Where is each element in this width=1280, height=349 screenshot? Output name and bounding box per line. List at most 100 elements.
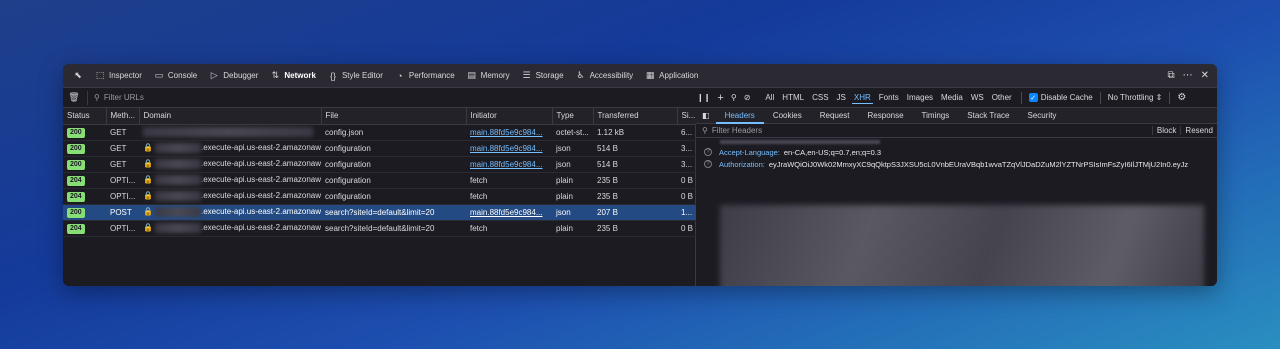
close-icon[interactable]: ✕ [1201, 70, 1209, 81]
column-header[interactable]: Domain [139, 108, 322, 125]
inspector-icon: ⬚ [95, 70, 105, 80]
redacted-domain-blur [154, 223, 201, 233]
help-icon[interactable]: ? [704, 148, 712, 156]
table-row[interactable]: 200 GET 🔒 .execute-api.us-east-2.amazonaw..… [63, 156, 696, 173]
domain-cell: 🔒 .execute-api.us-east-2.amazonaw... [139, 204, 321, 221]
toggle-sidebar-icon[interactable]: ◧ [696, 108, 716, 124]
method-cell: OPTI... [106, 220, 139, 237]
status-badge: 200 [67, 127, 85, 138]
dock-icon[interactable]: ⧉ [1167, 70, 1174, 81]
block-button[interactable]: Block [1151, 126, 1181, 135]
initiator-link[interactable]: main.88fd5e9c984... [470, 160, 543, 169]
size-cell: 3... [677, 140, 696, 157]
tab-performance[interactable]: ◔ Performance [389, 64, 461, 88]
column-header[interactable]: Si... [677, 108, 697, 125]
initiator-link[interactable]: main.88fd5e9c984... [470, 128, 543, 137]
tab-storage[interactable]: ☰ Storage [516, 64, 570, 88]
tab-application[interactable]: ▦ Application [639, 64, 704, 88]
table-row[interactable]: 204 OPTI... 🔒 .execute-api.us-east-2.amazon… [63, 188, 696, 205]
table-row[interactable]: 204 OPTI... 🔒 .execute-api.us-east-2.amazon… [63, 172, 696, 189]
tab-style-editor[interactable]: {} Style Editor [322, 64, 389, 88]
size-cell: 0 B [677, 188, 696, 205]
column-header[interactable]: Transferred [593, 108, 678, 125]
tab-request[interactable]: Request [811, 108, 859, 124]
tab-label: Accessibility [589, 71, 634, 80]
pause-icon[interactable]: ❙❙ [697, 93, 710, 102]
tab-accessibility[interactable]: ♿ Accessibility [570, 64, 640, 88]
filter-type-fonts[interactable]: Fonts [877, 92, 901, 104]
method-cell: GET [106, 140, 139, 157]
method-cell: OPTI... [106, 188, 139, 205]
throttling-select[interactable]: No Throttling ⇕ [1108, 93, 1163, 102]
filter-type-js[interactable]: JS [835, 92, 848, 104]
method-cell: GET [106, 156, 139, 173]
element-picker-button[interactable]: ⬉ [67, 64, 89, 88]
redacted-token-blur [720, 205, 1204, 286]
initiator-link[interactable]: main.88fd5e9c984... [470, 144, 543, 153]
tab-cookies[interactable]: Cookies [764, 108, 811, 124]
redacted-domain-blur [143, 127, 313, 137]
table-row[interactable]: 200 GET 🔒 .execute-api.us-east-2.amazonaw..… [63, 140, 696, 157]
tab-headers[interactable]: Headers [716, 108, 764, 124]
transferred-cell: 207 B [593, 204, 677, 221]
header-name: Authorization: [719, 159, 765, 169]
tab-timings[interactable]: Timings [913, 108, 959, 124]
tab-security[interactable]: Security [1019, 108, 1066, 124]
filter-type-html[interactable]: HTML [780, 92, 806, 104]
redacted-domain-blur [154, 175, 201, 185]
table-row[interactable]: 200 GET config.json main.88fd5e9c984... octe… [63, 124, 696, 141]
tab-label: Inspector [109, 71, 142, 80]
filter-type-ws[interactable]: WS [969, 92, 986, 104]
method-cell: POST [106, 204, 139, 221]
filter-icon: ⚲ [94, 93, 100, 102]
help-icon[interactable]: ? [704, 160, 712, 168]
header-value: en-CA,en-US;q=0.7,en;q=0.3 [783, 147, 882, 157]
table-row[interactable]: 200 POST 🔒 .execute-api.us-east-2.amazonaw.… [63, 204, 696, 221]
filter-type-other[interactable]: Other [990, 92, 1014, 104]
filter-urls-input[interactable]: ⚲ Filter URLs [87, 90, 144, 105]
transferred-cell: 235 B [593, 220, 677, 237]
lock-icon: 🔒 [143, 207, 153, 217]
column-header[interactable]: Initiator [466, 108, 553, 125]
column-header[interactable]: Type [552, 108, 594, 125]
method-cell: OPTI... [106, 172, 139, 189]
status-badge: 204 [67, 223, 85, 234]
filter-headers-input[interactable]: ⚲ Filter Headers Block Resend [696, 124, 1217, 138]
tab-label: Memory [480, 71, 510, 80]
initiator-cell: fetch [466, 188, 552, 205]
initiator-link[interactable]: main.88fd5e9c984... [470, 208, 543, 217]
settings-gear-icon[interactable]: ⚙ [1177, 92, 1186, 103]
tab-network[interactable]: ⇅ Network [264, 64, 322, 88]
tab-inspector[interactable]: ⬚ Inspector [89, 64, 148, 88]
redacted-domain-blur [154, 159, 201, 169]
domain-text: .execute-api.us-east-2.amazonaw... [200, 175, 321, 185]
tab-console[interactable]: ▭ Console [148, 64, 203, 88]
tab-stack-trace[interactable]: Stack Trace [958, 108, 1018, 124]
resend-button[interactable]: Resend [1180, 126, 1217, 135]
add-icon[interactable]: + [717, 92, 723, 104]
table-row[interactable]: 204 OPTI... 🔒 .execute-api.us-east-2.amazon… [63, 220, 696, 237]
tab-response[interactable]: Response [859, 108, 913, 124]
more-options-icon[interactable]: ⋯ [1183, 70, 1193, 81]
filter-type-media[interactable]: Media [939, 92, 965, 104]
column-header[interactable]: Meth... [106, 108, 140, 125]
filter-type-css[interactable]: CSS [810, 92, 830, 104]
file-cell: configuration [321, 188, 466, 205]
tab-memory[interactable]: ▤ Memory [461, 64, 516, 88]
lock-icon: 🔒 [143, 143, 153, 153]
filter-type-xhr[interactable]: XHR [851, 92, 873, 104]
status-badge: 204 [67, 175, 85, 186]
tab-debugger[interactable]: ▷ Debugger [203, 64, 264, 88]
tab-label: Network [284, 71, 316, 80]
memory-icon: ▤ [467, 70, 476, 80]
domain-cell: 🔒 .execute-api.us-east-2.amazonaw... [139, 220, 321, 237]
search-icon[interactable]: ⚲ [731, 93, 737, 102]
column-header[interactable]: File [321, 108, 467, 125]
block-icon[interactable]: ⊘ [744, 93, 751, 102]
filter-type-all[interactable]: All [763, 92, 776, 104]
filter-type-images[interactable]: Images [905, 92, 935, 104]
trash-icon[interactable]: 🗑 [68, 92, 79, 103]
status-cell: 204 [63, 188, 106, 205]
column-header[interactable]: Status [63, 108, 107, 125]
disable-cache-checkbox[interactable]: ✓ Disable Cache [1028, 93, 1093, 102]
